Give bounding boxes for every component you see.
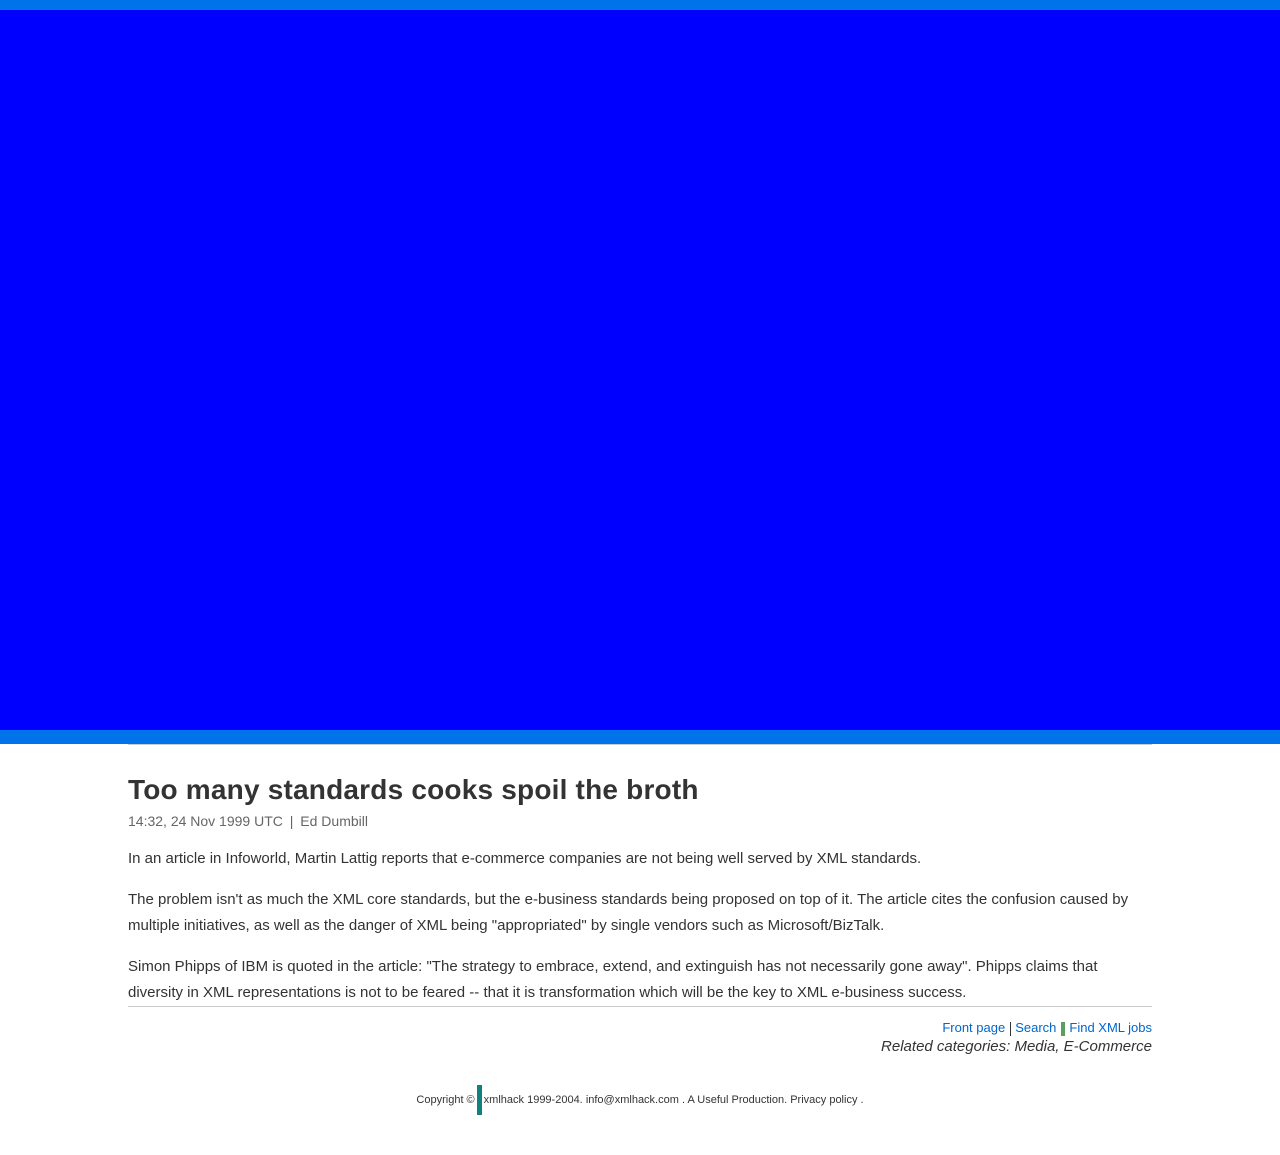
article-body: In an article in Infoworld, Martin Latti… [128,846,1152,1006]
related-categories: Related categories: Media, E-Commerce [881,1038,1152,1055]
find-xml-jobs-link[interactable]: Find XML jobs [1069,1020,1152,1035]
byline-separator: | [289,813,294,829]
copyright-text: Copyright © [416,1093,475,1106]
search-link[interactable]: Search [1015,1020,1056,1035]
xmlhack-link[interactable]: xmlhack [484,1094,524,1106]
front-page-link[interactable]: Front page [942,1020,1005,1035]
footer-nav: Front page Search Find XML jobs [128,1019,1152,1037]
main-content: Too many standards cooks spoil the broth… [128,744,1152,1115]
byline-timestamp: 14:32, 24 Nov 1999 UTC [128,813,283,829]
footer-marker [476,1085,482,1115]
nav-divider [1061,1021,1066,1036]
production-text: . A Useful Production. [681,1093,788,1106]
nav-divider [1010,1021,1012,1036]
bottom-color-strip [0,730,1280,744]
page-footer: Copyright © xmlhack 1999-2004. info@xmlha… [128,1085,1152,1115]
copyright-years: 1999-2004. [527,1093,583,1106]
article-paragraph: Simon Phipps of IBM is quoted in the art… [128,958,1098,1001]
bottom-divider [128,1006,1152,1007]
banner-area [0,10,1280,730]
footer-end: . [860,1093,864,1106]
article-paragraph: The problem isn't as much the XML core s… [128,891,1129,934]
top-divider [128,744,1152,745]
article-paragraph: In an article in Infoworld, Martin Latti… [128,850,922,867]
article-byline: 14:32, 24 Nov 1999 UTC | Ed Dumbill [128,812,1152,830]
top-color-strip [0,0,1280,10]
contact-email-link[interactable]: info@xmlhack.com [586,1094,679,1106]
byline-author: Ed Dumbill [300,813,368,829]
article-title: Too many standards cooks spoil the broth [128,774,699,805]
privacy-policy-link[interactable]: Privacy policy [790,1094,857,1106]
